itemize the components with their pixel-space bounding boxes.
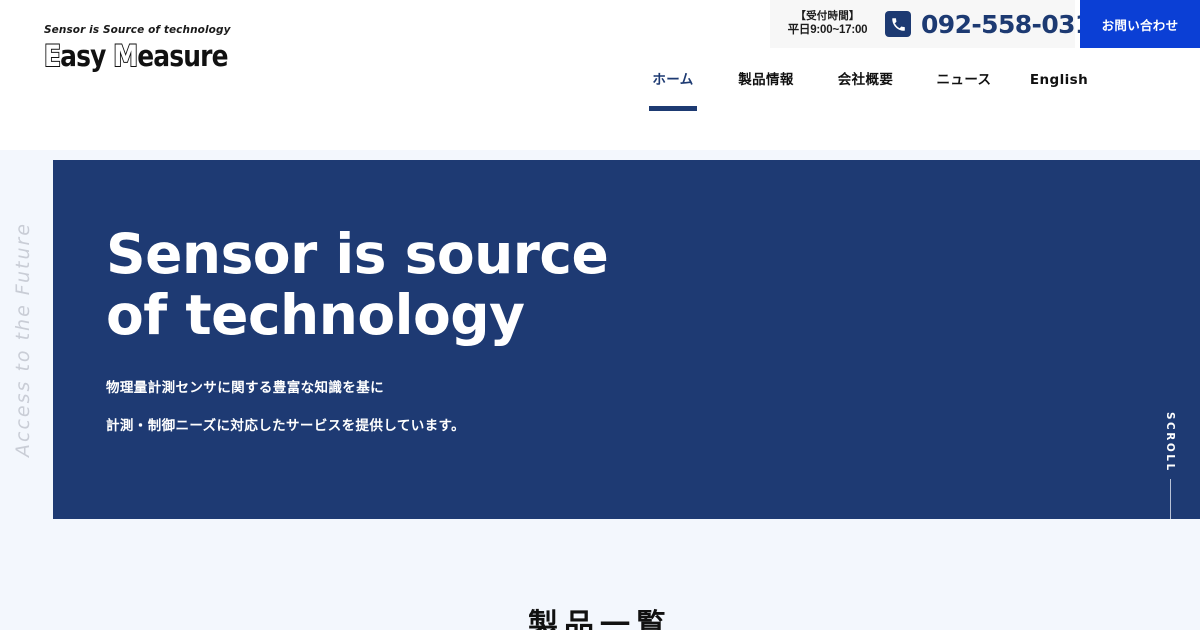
scroll-indicator-line (1169, 478, 1171, 519)
reception-hours: 【受付時間】 平日9:00~17:00 (770, 0, 885, 48)
reception-hours-label: 【受付時間】 (795, 9, 860, 22)
nav-item-home[interactable]: ホーム (630, 70, 716, 90)
logo-letter-m: M (112, 39, 139, 73)
reception-hours-value: 平日9:00~17:00 (787, 24, 868, 37)
scroll-indicator[interactable]: SCROLL (1164, 412, 1176, 519)
nav-item-home-label: ホーム (652, 72, 694, 87)
logo-easy-rest: asy (60, 39, 106, 73)
hero-content: Sensor is source of technology 物理量計測センサに… (106, 222, 666, 434)
logo-measure-rest: easure (137, 39, 228, 73)
hero-subtitle-line-2: 計測・制御ニーズに対応したサービスを提供しています。 (106, 418, 465, 434)
nav-item-products[interactable]: 製品情報 (716, 70, 816, 90)
logo-tagline: Sensor is Source of technology (44, 24, 231, 36)
scroll-indicator-label: SCROLL (1164, 412, 1176, 473)
logo-wordmark: Easy Measure (43, 39, 228, 73)
side-vertical-tagline: Access to the Future (12, 222, 34, 457)
nav-item-english[interactable]: English (1013, 70, 1105, 90)
hero-subtitle: 物理量計測センサに関する豊富な知識を基に 計測・制御ニーズに対応したサービスを提… (106, 380, 666, 434)
nav-item-company[interactable]: 会社概要 (816, 70, 915, 90)
site-header: 【受付時間】 平日9:00~17:00 092-558-0314 お問い合わせ … (0, 0, 1200, 150)
main-navigation: ホーム 製品情報 会社概要 ニュース English (630, 70, 1105, 90)
site-logo[interactable]: Sensor is Source of technology Easy Measu… (43, 24, 258, 73)
nav-item-products-label: 製品情報 (738, 72, 794, 87)
hero-banner: Sensor is source of technology 物理量計測センサに… (53, 160, 1200, 519)
contact-button[interactable]: お問い合わせ (1080, 0, 1200, 48)
nav-item-company-label: 会社概要 (837, 72, 894, 87)
hero-subtitle-line-1: 物理量計測センサに関する豊富な知識を基に (106, 380, 384, 396)
nav-item-news[interactable]: ニュース (915, 70, 1013, 90)
nav-item-news-label: ニュース (936, 72, 992, 87)
logo-letter-e: E (43, 39, 62, 73)
phone-link[interactable]: 092-558-0314 (885, 0, 1109, 48)
products-section-title: 製品一覧 (528, 609, 672, 630)
nav-item-english-label: English (1029, 72, 1089, 88)
hero-title: Sensor is source of technology (106, 222, 609, 348)
phone-icon (885, 11, 911, 37)
